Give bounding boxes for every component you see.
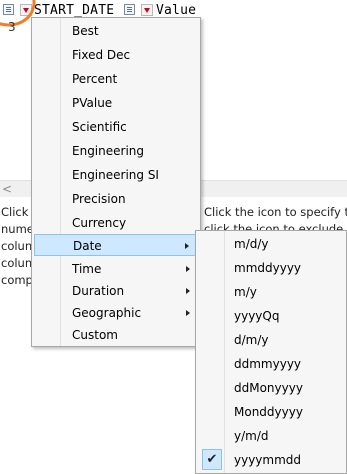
menu-item-label: Geographic [72, 306, 142, 320]
date-format-submenu: m/d/y mmddyyyy m/y yyyyQq d/m/y ddmmyyyy… [195, 230, 347, 474]
date-format-item[interactable]: m/y [198, 281, 344, 303]
menu-item-label: yyyymmdd [234, 453, 302, 467]
description-line: nume [1, 222, 34, 236]
menu-item-label: Fixed Dec [72, 48, 131, 62]
checkmark-icon: ✔ [202, 449, 222, 470]
menu-item-scientific[interactable]: Scientific [34, 116, 198, 138]
menu-item-best[interactable]: Best [34, 20, 198, 42]
menu-item-label: PValue [72, 96, 113, 110]
menu-item-label: Time [72, 262, 102, 276]
menu-item-label: ddMonyyyy [234, 381, 303, 395]
menu-item-precision[interactable]: Precision [34, 188, 198, 210]
menu-item-engineering[interactable]: Engineering [34, 140, 198, 162]
menu-item-label: Currency [72, 216, 127, 230]
date-format-item-checked[interactable]: ✔ yyyymmdd [198, 449, 344, 471]
submenu-arrow-icon [186, 310, 190, 316]
menu-item-label: Scientific [72, 120, 127, 134]
date-format-item[interactable]: y/m/d [198, 425, 344, 447]
submenu-arrow-icon [186, 288, 190, 294]
date-format-item[interactable]: mmddyyyy [198, 257, 344, 279]
menu-item-label: m/d/y [234, 237, 269, 251]
menu-item-label: y/m/d [234, 429, 269, 443]
menu-item-label: yyyyQq [234, 309, 280, 323]
description-line: colun [1, 239, 33, 253]
menu-item-time[interactable]: Time [34, 258, 198, 280]
menu-item-date[interactable]: Date [34, 234, 198, 256]
menu-item-label: ddmmyyyy [234, 357, 302, 371]
menu-item-duration[interactable]: Duration [34, 280, 198, 302]
menu-item-label: Precision [72, 192, 126, 206]
menu-item-percent[interactable]: Percent [34, 68, 198, 90]
value-type-icon[interactable] [124, 4, 135, 15]
value-menu-dropdown-icon[interactable] [141, 4, 153, 16]
menu-item-geographic[interactable]: Geographic [34, 302, 198, 324]
menu-item-pvalue[interactable]: PValue [34, 92, 198, 114]
menu-item-label: Percent [72, 72, 118, 86]
value-column-label: Value [156, 3, 197, 18]
menu-item-label: Engineering SI [72, 168, 159, 182]
date-format-item[interactable]: ddmmyyyy [198, 353, 344, 375]
submenu-arrow-icon [186, 266, 190, 272]
date-format-item[interactable]: Monddyyyy [198, 401, 344, 423]
menu-item-label: d/m/y [234, 333, 269, 347]
menu-item-label: mmddyyyy [234, 261, 302, 275]
description-line: comp [1, 273, 33, 287]
menu-item-engineering-si[interactable]: Engineering SI [34, 164, 198, 186]
menu-item-label: Monddyyyy [234, 405, 303, 419]
date-format-item[interactable]: m/d/y [198, 233, 344, 255]
description-line: Click [1, 205, 29, 219]
date-format-item[interactable]: d/m/y [198, 329, 344, 351]
date-format-item[interactable]: ddMonyyyy [198, 377, 344, 399]
menu-item-custom[interactable]: Custom [34, 324, 198, 346]
menu-item-label: Duration [72, 284, 125, 298]
column-name: START_DATE [34, 3, 115, 18]
menu-item-label: Engineering [72, 144, 144, 158]
scroll-left-arrow-icon[interactable]: < [2, 181, 12, 197]
format-menu: Best Fixed Dec Percent PValue Scientific… [31, 17, 201, 347]
menu-item-fixed-dec[interactable]: Fixed Dec [34, 44, 198, 66]
description-line: colun [1, 256, 33, 270]
menu-item-label: m/y [234, 285, 257, 299]
menu-item-label: Date [73, 239, 102, 253]
menu-item-currency[interactable]: Currency [34, 212, 198, 234]
row-stub-text: 3 [8, 20, 16, 34]
menu-item-label: Best [72, 24, 99, 38]
date-format-item[interactable]: yyyyQq [198, 305, 344, 327]
submenu-arrow-icon [185, 243, 189, 249]
menu-item-label: Custom [72, 328, 118, 342]
description-line: Click the icon to specify t [204, 205, 347, 219]
